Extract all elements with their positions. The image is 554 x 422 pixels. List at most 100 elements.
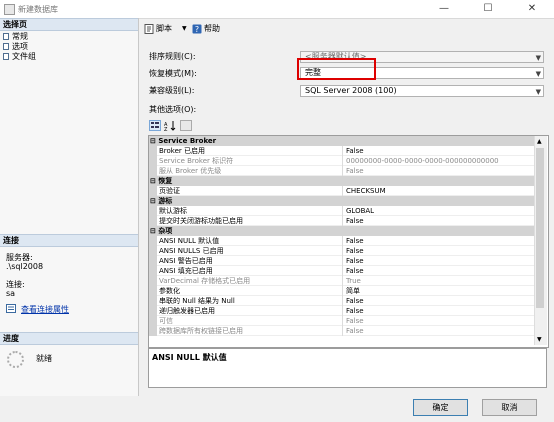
- property-pages-icon: [181, 121, 191, 130]
- row-gutter: [149, 156, 157, 166]
- scroll-down-icon[interactable]: ▼: [537, 336, 542, 343]
- grid-category-text: 游标: [158, 197, 173, 205]
- page-icon: [3, 53, 9, 60]
- row-gutter: [149, 266, 157, 276]
- property-row[interactable]: Service Broker 标识符 00000000-0000-0000-000…: [149, 156, 534, 166]
- scrollbar-thumb[interactable]: [536, 148, 544, 308]
- property-name: ANSI NULLS 已启用: [159, 247, 224, 255]
- property-name: Broker 已启用: [159, 147, 206, 155]
- grid-category[interactable]: ⊟ 恢复: [149, 176, 534, 186]
- property-value[interactable]: 00000000-0000-0000-0000-000000000000: [342, 156, 536, 166]
- grid-category[interactable]: ⊟ Service Broker: [149, 136, 534, 146]
- view-connection-properties-link[interactable]: 查看连接属性: [21, 304, 69, 315]
- property-value[interactable]: CHECKSUM: [342, 186, 536, 196]
- property-row[interactable]: VarDecimal 存储格式已启用 True: [149, 276, 534, 286]
- property-value[interactable]: False: [342, 296, 536, 306]
- alphabetical-button[interactable]: AZ: [164, 120, 176, 133]
- property-value[interactable]: 简单: [342, 286, 536, 296]
- property-value[interactable]: False: [342, 246, 536, 256]
- property-value[interactable]: False: [342, 316, 536, 326]
- row-gutter: [149, 306, 157, 316]
- chevron-down-icon: ▼: [535, 70, 541, 78]
- property-row[interactable]: Broker 已启用 False: [149, 146, 534, 156]
- property-value[interactable]: False: [342, 256, 536, 266]
- property-row[interactable]: ANSI 填充已启用 False: [149, 266, 534, 276]
- property-value[interactable]: True: [342, 276, 536, 286]
- help-icon: ?: [192, 24, 202, 34]
- property-description: ANSI NULL 默认值: [148, 348, 547, 388]
- row-gutter: [149, 256, 157, 266]
- property-name: 页验证: [159, 187, 180, 195]
- row-gutter: [149, 276, 157, 286]
- grid-category-label: ⊟ 恢复: [149, 176, 330, 186]
- property-name: 串联的 Null 结果为 Null: [159, 297, 235, 305]
- grid-category-text: 恢复: [158, 177, 173, 185]
- property-row[interactable]: 默认游标 GLOBAL: [149, 206, 534, 216]
- property-value[interactable]: GLOBAL: [342, 206, 536, 216]
- property-row[interactable]: 服从 Broker 优先级 False: [149, 166, 534, 176]
- progress-header: 进度: [0, 332, 138, 345]
- grid-category[interactable]: ⊟ 游标: [149, 196, 534, 206]
- property-name: 参数化: [159, 287, 180, 295]
- page-item-label: 选项: [12, 42, 28, 51]
- property-row[interactable]: 页验证 CHECKSUM: [149, 186, 534, 196]
- ok-button[interactable]: 确定: [413, 399, 468, 416]
- categorized-button[interactable]: [149, 120, 161, 131]
- page-item-label: 文件组: [12, 52, 36, 61]
- page-icon: [3, 33, 9, 40]
- compatibility-level-select[interactable]: SQL Server 2008 (100) ▼: [300, 85, 544, 97]
- grid-category-label: ⊟ 杂项: [149, 226, 330, 236]
- help-button[interactable]: ? 帮助: [192, 23, 226, 35]
- property-row[interactable]: ANSI 警告已启用 False: [149, 256, 534, 266]
- connection-header: 连接: [0, 234, 138, 247]
- page-item-filegroups[interactable]: 文件组: [3, 52, 36, 62]
- compatibility-level-label: 兼容级别(L):: [149, 86, 195, 95]
- property-value[interactable]: False: [342, 326, 536, 336]
- svg-text:?: ?: [195, 25, 199, 34]
- left-pane: 选择页 常规 选项 文件组 连接 服务器: .\sql2008 连接: sa 查…: [0, 18, 139, 396]
- property-row[interactable]: ANSI NULLS 已启用 False: [149, 246, 534, 256]
- row-gutter: [149, 216, 157, 226]
- property-row[interactable]: 跨数据库所有权链接已启用 False: [149, 326, 534, 336]
- minimize-button[interactable]: —: [422, 0, 466, 18]
- property-pages-button[interactable]: [180, 120, 192, 131]
- window-title: 新建数据库: [18, 5, 58, 14]
- page-item-options[interactable]: 选项: [3, 42, 28, 52]
- property-value[interactable]: False: [342, 216, 536, 226]
- script-dropdown-arrow-icon[interactable]: ▼: [182, 23, 190, 35]
- property-row[interactable]: 可信 False: [149, 316, 534, 326]
- title-bar: 新建数据库 — ☐ ✕: [0, 0, 554, 19]
- property-value[interactable]: False: [342, 306, 536, 316]
- property-value[interactable]: False: [342, 266, 536, 276]
- app-icon: [4, 4, 15, 15]
- page-item-general[interactable]: 常规: [3, 32, 28, 42]
- grid-category[interactable]: ⊟ 杂项: [149, 226, 534, 236]
- property-row[interactable]: ANSI NULL 默认值 False: [149, 236, 534, 246]
- property-grid: ⊟ Service Broker Broker 已启用 False Service B…: [148, 135, 549, 348]
- page-icon: [3, 43, 9, 50]
- property-row[interactable]: 串联的 Null 结果为 Null False: [149, 296, 534, 306]
- grid-category-label: ⊟ 游标: [149, 196, 330, 206]
- toolbar: 脚本 ▼ ? 帮助: [142, 20, 547, 37]
- row-gutter: [149, 146, 157, 156]
- property-value[interactable]: False: [342, 166, 536, 176]
- scroll-up-icon[interactable]: ▲: [537, 138, 542, 145]
- row-gutter: [149, 206, 157, 216]
- property-value[interactable]: False: [342, 146, 536, 156]
- help-label: 帮助: [204, 24, 220, 33]
- property-name: VarDecimal 存储格式已启用: [159, 277, 251, 285]
- property-row[interactable]: 提交时关闭游标功能已启用 False: [149, 216, 534, 226]
- close-button[interactable]: ✕: [510, 0, 554, 18]
- row-gutter: [149, 316, 157, 326]
- property-value[interactable]: False: [342, 236, 536, 246]
- select-page-header: 选择页: [0, 18, 138, 31]
- property-row[interactable]: 参数化 简单: [149, 286, 534, 296]
- property-name: ANSI NULL 默认值: [159, 237, 220, 245]
- row-gutter: [149, 286, 157, 296]
- property-name: ANSI 填充已启用: [159, 267, 213, 275]
- sort-alphabetical-icon: AZ: [164, 121, 176, 133]
- script-button[interactable]: 脚本: [144, 23, 180, 35]
- maximize-button[interactable]: ☐: [466, 0, 510, 18]
- cancel-button[interactable]: 取消: [482, 399, 537, 416]
- property-row[interactable]: 递归触发器已启用 False: [149, 306, 534, 316]
